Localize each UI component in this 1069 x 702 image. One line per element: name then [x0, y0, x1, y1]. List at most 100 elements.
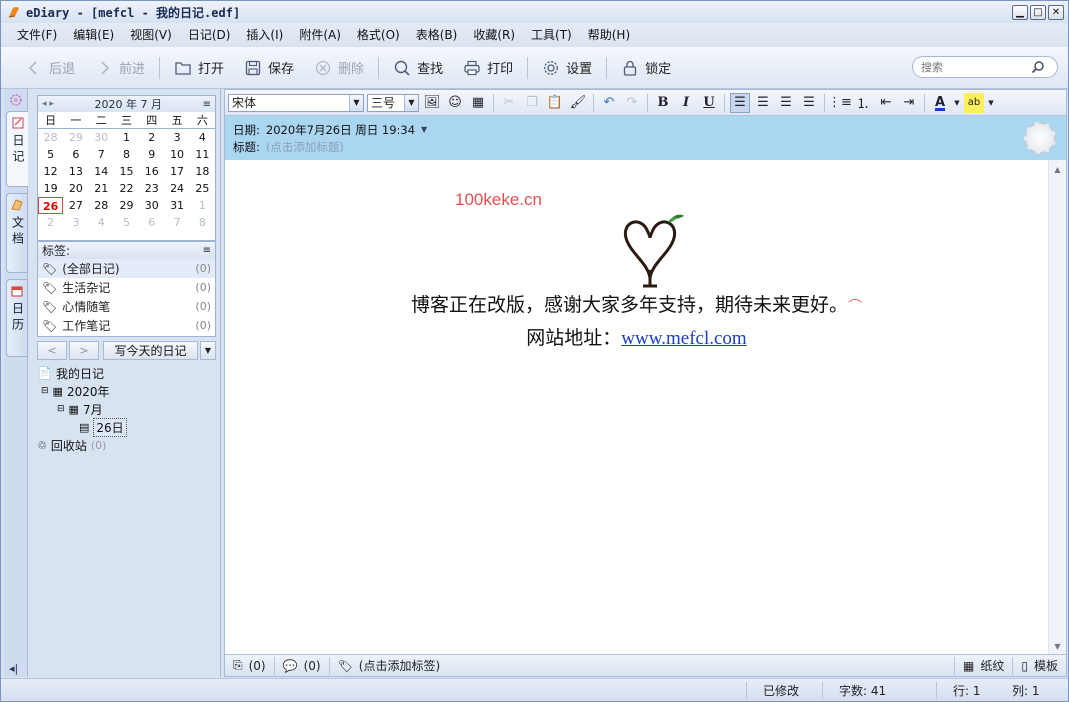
- close-button[interactable]: ✕: [1048, 5, 1064, 20]
- tab-diary[interactable]: 日记: [6, 111, 28, 187]
- calendar-day[interactable]: 31: [164, 197, 189, 214]
- menu-tools[interactable]: 工具(T): [523, 26, 580, 43]
- calendar-day[interactable]: 4: [89, 214, 114, 231]
- collapse-icon[interactable]: ⊟: [57, 404, 65, 414]
- calendar-day[interactable]: 13: [63, 163, 88, 180]
- menu-edit[interactable]: 编辑(E): [65, 26, 122, 43]
- calendar-day[interactable]: 30: [139, 197, 164, 214]
- calendar-day[interactable]: 24: [164, 180, 189, 197]
- highlight-icon[interactable]: ab: [964, 92, 984, 113]
- calendar-day[interactable]: 29: [114, 197, 139, 214]
- calendar-day[interactable]: 23: [139, 180, 164, 197]
- calendar-day[interactable]: 2: [139, 129, 164, 146]
- calendar-year-month[interactable]: 2020 年 7 月: [95, 96, 162, 112]
- search-input[interactable]: [921, 60, 1031, 74]
- find-button[interactable]: 查找: [383, 54, 453, 82]
- menu-insert[interactable]: 插入(I): [238, 26, 291, 43]
- calendar-nav-icons[interactable]: ◂ ▸: [42, 99, 54, 109]
- calendar-day[interactable]: 6: [139, 214, 164, 231]
- calendar-day[interactable]: 28: [89, 197, 114, 214]
- calendar-day[interactable]: 28: [38, 129, 63, 146]
- numbered-list-icon[interactable]: ⒈: [853, 93, 873, 113]
- calendar-day[interactable]: 11: [190, 146, 215, 163]
- menu-table[interactable]: 表格(B): [408, 26, 466, 43]
- redo-icon[interactable]: ↷: [622, 93, 642, 113]
- undo-icon[interactable]: ↶: [599, 93, 619, 113]
- template-button[interactable]: ▯ 模板: [1013, 657, 1066, 675]
- scroll-up-icon[interactable]: ▲: [1051, 162, 1064, 176]
- calendar-menu-icon[interactable]: ≡: [203, 99, 211, 110]
- menu-file[interactable]: 文件(F): [9, 26, 65, 43]
- calendar-day[interactable]: 1: [190, 197, 215, 214]
- date-value[interactable]: 2020年7月26日 周日 19:34: [266, 122, 415, 138]
- calendar-day[interactable]: 17: [164, 163, 189, 180]
- delete-button[interactable]: 删除: [304, 54, 374, 82]
- tag-item-all[interactable]: 🏷 (全部日记) (0): [38, 259, 215, 278]
- calendar-day[interactable]: 22: [114, 180, 139, 197]
- format-painter-icon[interactable]: 🖌: [568, 93, 588, 113]
- tag-item-work[interactable]: 🏷 工作笔记 (0): [38, 316, 215, 335]
- collapse-icon[interactable]: ⊟: [41, 386, 49, 396]
- font-color-icon[interactable]: A: [930, 93, 950, 113]
- bullet-list-icon[interactable]: ⋮≡: [828, 93, 852, 113]
- settings-button[interactable]: 设置: [532, 54, 602, 82]
- calendar-day[interactable]: 2: [38, 214, 63, 231]
- calendar-day[interactable]: 16: [139, 163, 164, 180]
- calendar-day[interactable]: 20: [63, 180, 88, 197]
- calendar-day[interactable]: 10: [164, 146, 189, 163]
- paste-icon[interactable]: 📋: [545, 93, 565, 113]
- diary-content[interactable]: 100keke.cn 博客正在改版，感谢大家多年支持，期待未来更好。⌒ 网站地址…: [225, 160, 1048, 655]
- bold-button[interactable]: B: [653, 93, 673, 113]
- scroll-down-icon[interactable]: ▼: [1051, 639, 1064, 653]
- tree-node-day[interactable]: ▤ 26日: [37, 417, 216, 437]
- tab-calendar[interactable]: 日历: [6, 279, 28, 357]
- calendar-day[interactable]: 9: [139, 146, 164, 163]
- menu-format[interactable]: 格式(O): [349, 26, 408, 43]
- chevron-down-icon[interactable]: ▼: [987, 93, 995, 113]
- collapse-panel-icon[interactable]: ◂|: [9, 662, 18, 675]
- insert-date-icon[interactable]: ▦: [468, 93, 488, 113]
- calendar-day[interactable]: 12: [38, 163, 63, 180]
- flower-icon[interactable]: [9, 93, 23, 107]
- chevron-down-icon[interactable]: ▼: [421, 125, 427, 134]
- comment-count[interactable]: 💬 (0): [275, 656, 330, 675]
- vertical-scrollbar[interactable]: ▲ ▼: [1048, 160, 1066, 655]
- align-left-icon[interactable]: ☰: [730, 92, 750, 113]
- paper-button[interactable]: ▦ 纸纹: [954, 656, 1014, 675]
- calendar-day[interactable]: 19: [38, 180, 63, 197]
- calendar-day[interactable]: 30: [89, 129, 114, 146]
- calendar-day[interactable]: 15: [114, 163, 139, 180]
- prev-diary-button[interactable]: <: [37, 341, 67, 360]
- tags-menu-icon[interactable]: ≡: [203, 245, 211, 256]
- font-size-select[interactable]: 三号 ▼: [367, 93, 419, 112]
- back-button[interactable]: 后退: [15, 54, 85, 82]
- attachment-count[interactable]: ⎘ (0): [225, 656, 275, 675]
- tab-documents[interactable]: 文档: [6, 193, 28, 273]
- outdent-icon[interactable]: ⇤: [876, 93, 896, 113]
- menu-help[interactable]: 帮助(H): [580, 26, 638, 43]
- calendar-day[interactable]: 3: [63, 214, 88, 231]
- tree-node-year[interactable]: ⊟ ▦ 2020年: [37, 382, 216, 400]
- menu-favorites[interactable]: 收藏(R): [465, 26, 523, 43]
- calendar-day[interactable]: 8: [114, 146, 139, 163]
- search-icon[interactable]: [1031, 60, 1045, 74]
- forward-button[interactable]: 前进: [85, 54, 155, 82]
- calendar-day[interactable]: 7: [164, 214, 189, 231]
- write-dropdown-button[interactable]: ▼: [200, 341, 216, 360]
- tag-item-life[interactable]: 🏷 生活杂记 (0): [38, 278, 215, 297]
- align-justify-icon[interactable]: ☰: [799, 93, 819, 113]
- add-tag-field[interactable]: 🏷 (点击添加标签): [330, 657, 449, 675]
- calendar-day[interactable]: 21: [89, 180, 114, 197]
- calendar-day[interactable]: 1: [114, 129, 139, 146]
- calendar-day[interactable]: 14: [89, 163, 114, 180]
- website-link[interactable]: www.mefcl.com: [621, 328, 746, 349]
- calendar-day[interactable]: 26: [38, 197, 64, 214]
- tree-node-root[interactable]: 📄 我的日记: [37, 364, 216, 382]
- calendar-day[interactable]: 7: [89, 146, 114, 163]
- cut-icon[interactable]: ✂: [499, 93, 519, 113]
- tree-node-recycle[interactable]: ♲ 回收站 (0): [37, 436, 216, 454]
- tree-node-month[interactable]: ⊟ ▦ 7月: [37, 400, 216, 418]
- tag-item-mood[interactable]: 🏷 心情随笔 (0): [38, 297, 215, 316]
- calendar-day[interactable]: 29: [63, 129, 88, 146]
- font-select[interactable]: 宋体 ▼: [228, 93, 364, 112]
